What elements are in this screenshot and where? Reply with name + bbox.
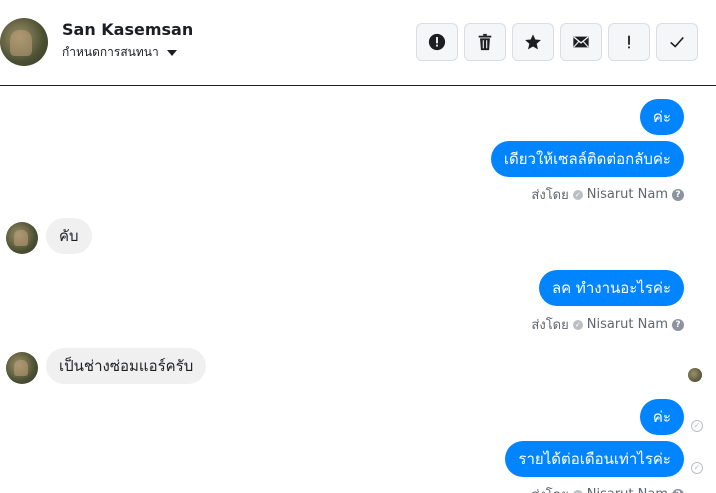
- help-icon[interactable]: ?: [672, 488, 684, 493]
- contact-avatar[interactable]: [0, 18, 48, 66]
- message-thread[interactable]: ค่ะ เดียวให้เซลล์ติดต่อกลับค่ะ ส่งโดย ✓ …: [0, 87, 716, 493]
- delivered-status-icon: ✓: [691, 420, 703, 432]
- conversation-settings-dropdown[interactable]: กำหนดการสนทนา: [62, 43, 177, 62]
- verified-icon: ✓: [572, 319, 583, 330]
- caret-down-icon: [166, 49, 177, 56]
- outgoing-message[interactable]: รายได้ต่อเดือนเท่าไรค่ะ: [505, 441, 684, 477]
- check-icon: [670, 36, 684, 48]
- outgoing-message[interactable]: เดียวให้เซลล์ติดต่อกลับค่ะ: [490, 141, 684, 177]
- conversation-header: San Kasemsan กำหนดการสนทนา: [0, 0, 716, 86]
- sent-by-prefix: ส่งโดย: [531, 484, 568, 493]
- sent-by-agent[interactable]: Nisarut Nam: [587, 187, 668, 202]
- star-button[interactable]: [512, 23, 554, 61]
- delivered-status-icon: ✓: [691, 462, 703, 474]
- star-icon: [525, 34, 541, 50]
- envelope-icon: [573, 36, 589, 48]
- trash-icon: [478, 33, 492, 51]
- contact-avatar[interactable]: [6, 352, 38, 384]
- sent-by-label: ส่งโดย ✓ Nisarut Nam ?: [531, 484, 684, 493]
- conversation-settings-label: กำหนดการสนทนา: [62, 45, 159, 59]
- sent-by-agent[interactable]: Nisarut Nam: [587, 317, 668, 332]
- verified-icon: ✓: [572, 189, 583, 200]
- outgoing-message[interactable]: ค่ะ: [639, 399, 684, 435]
- toolbar: [416, 23, 698, 61]
- follow-up-button[interactable]: [608, 23, 650, 61]
- delete-button[interactable]: [464, 23, 506, 61]
- mark-spam-button[interactable]: [416, 23, 458, 61]
- incoming-message[interactable]: คับ: [46, 218, 92, 254]
- sent-by-label: ส่งโดย ✓ Nisarut Nam ?: [531, 314, 684, 335]
- exclamation-icon: [628, 35, 630, 49]
- mark-done-button[interactable]: [656, 23, 698, 61]
- seen-avatar-icon: [688, 368, 702, 382]
- incoming-message[interactable]: เป็นช่างซ่อมแอร์ครับ: [46, 348, 207, 384]
- help-icon[interactable]: ?: [672, 188, 684, 201]
- sent-by-label: ส่งโดย ✓ Nisarut Nam ?: [531, 184, 684, 205]
- outgoing-message[interactable]: ค่ะ: [639, 99, 684, 135]
- verified-icon: ✓: [572, 489, 583, 493]
- contact-name[interactable]: San Kasemsan: [62, 20, 193, 39]
- mark-unread-button[interactable]: [560, 23, 602, 61]
- contact-avatar[interactable]: [6, 222, 38, 254]
- help-icon[interactable]: ?: [672, 318, 684, 331]
- outgoing-message[interactable]: ลค ทำงานอะไรค่ะ: [538, 270, 684, 306]
- alert-circle-icon: [428, 33, 446, 51]
- sent-by-prefix: ส่งโดย: [531, 318, 569, 333]
- sent-by-agent[interactable]: Nisarut Nam: [587, 487, 668, 493]
- sent-by-prefix: ส่งโดย: [531, 188, 569, 203]
